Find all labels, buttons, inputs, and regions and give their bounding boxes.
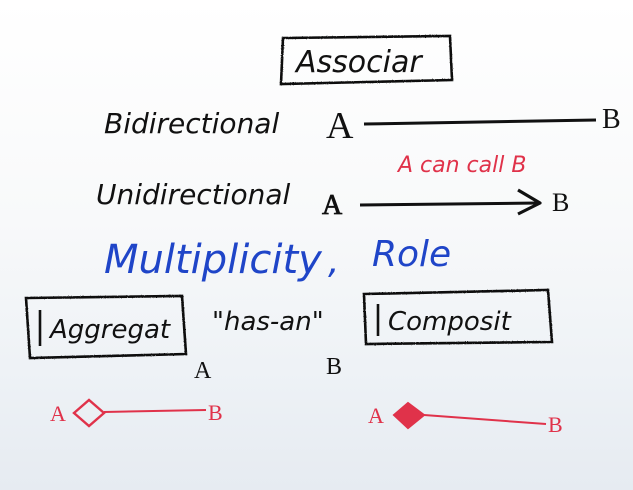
bidirectional-association-line: [363, 118, 597, 126]
whiteboard: Associar Bidirectional A B A can call B …: [24, 34, 621, 437]
aggregation-from-node: A: [50, 401, 66, 426]
composition-from-node: A: [368, 403, 384, 428]
aggregation-box-label: Aggregat: [48, 315, 171, 345]
composition-box-label: Composit: [388, 307, 512, 337]
separator-comma: ,: [328, 241, 339, 282]
title-text: Associar: [294, 45, 423, 80]
aggregation-hollow-diamond: [72, 398, 106, 428]
bidirectional-to-node: B: [602, 104, 621, 135]
unidirectional-label: Unidirectional: [96, 178, 290, 211]
composition-to-node: B: [548, 412, 563, 437]
bidirectional-label: Bidirectional: [104, 107, 279, 140]
bidirectional-from-node: A: [326, 105, 354, 147]
has-a-label: "has-an": [212, 307, 324, 337]
unidirectional-from-node: A: [322, 190, 343, 221]
class-b-label: B: [326, 354, 342, 380]
aggregation-to-node: B: [208, 400, 223, 425]
role-label: Role: [372, 234, 451, 275]
composition-line: [423, 414, 547, 425]
unidirectional-arrow-line: [359, 201, 539, 207]
multiplicity-label: Multiplicity: [104, 237, 323, 283]
class-a-label: A: [194, 358, 212, 384]
unidirectional-to-node: B: [552, 188, 569, 217]
composition-filled-diamond: [392, 401, 426, 430]
navigation-note: A can call B: [396, 153, 526, 178]
aggregation-line: [103, 409, 207, 413]
